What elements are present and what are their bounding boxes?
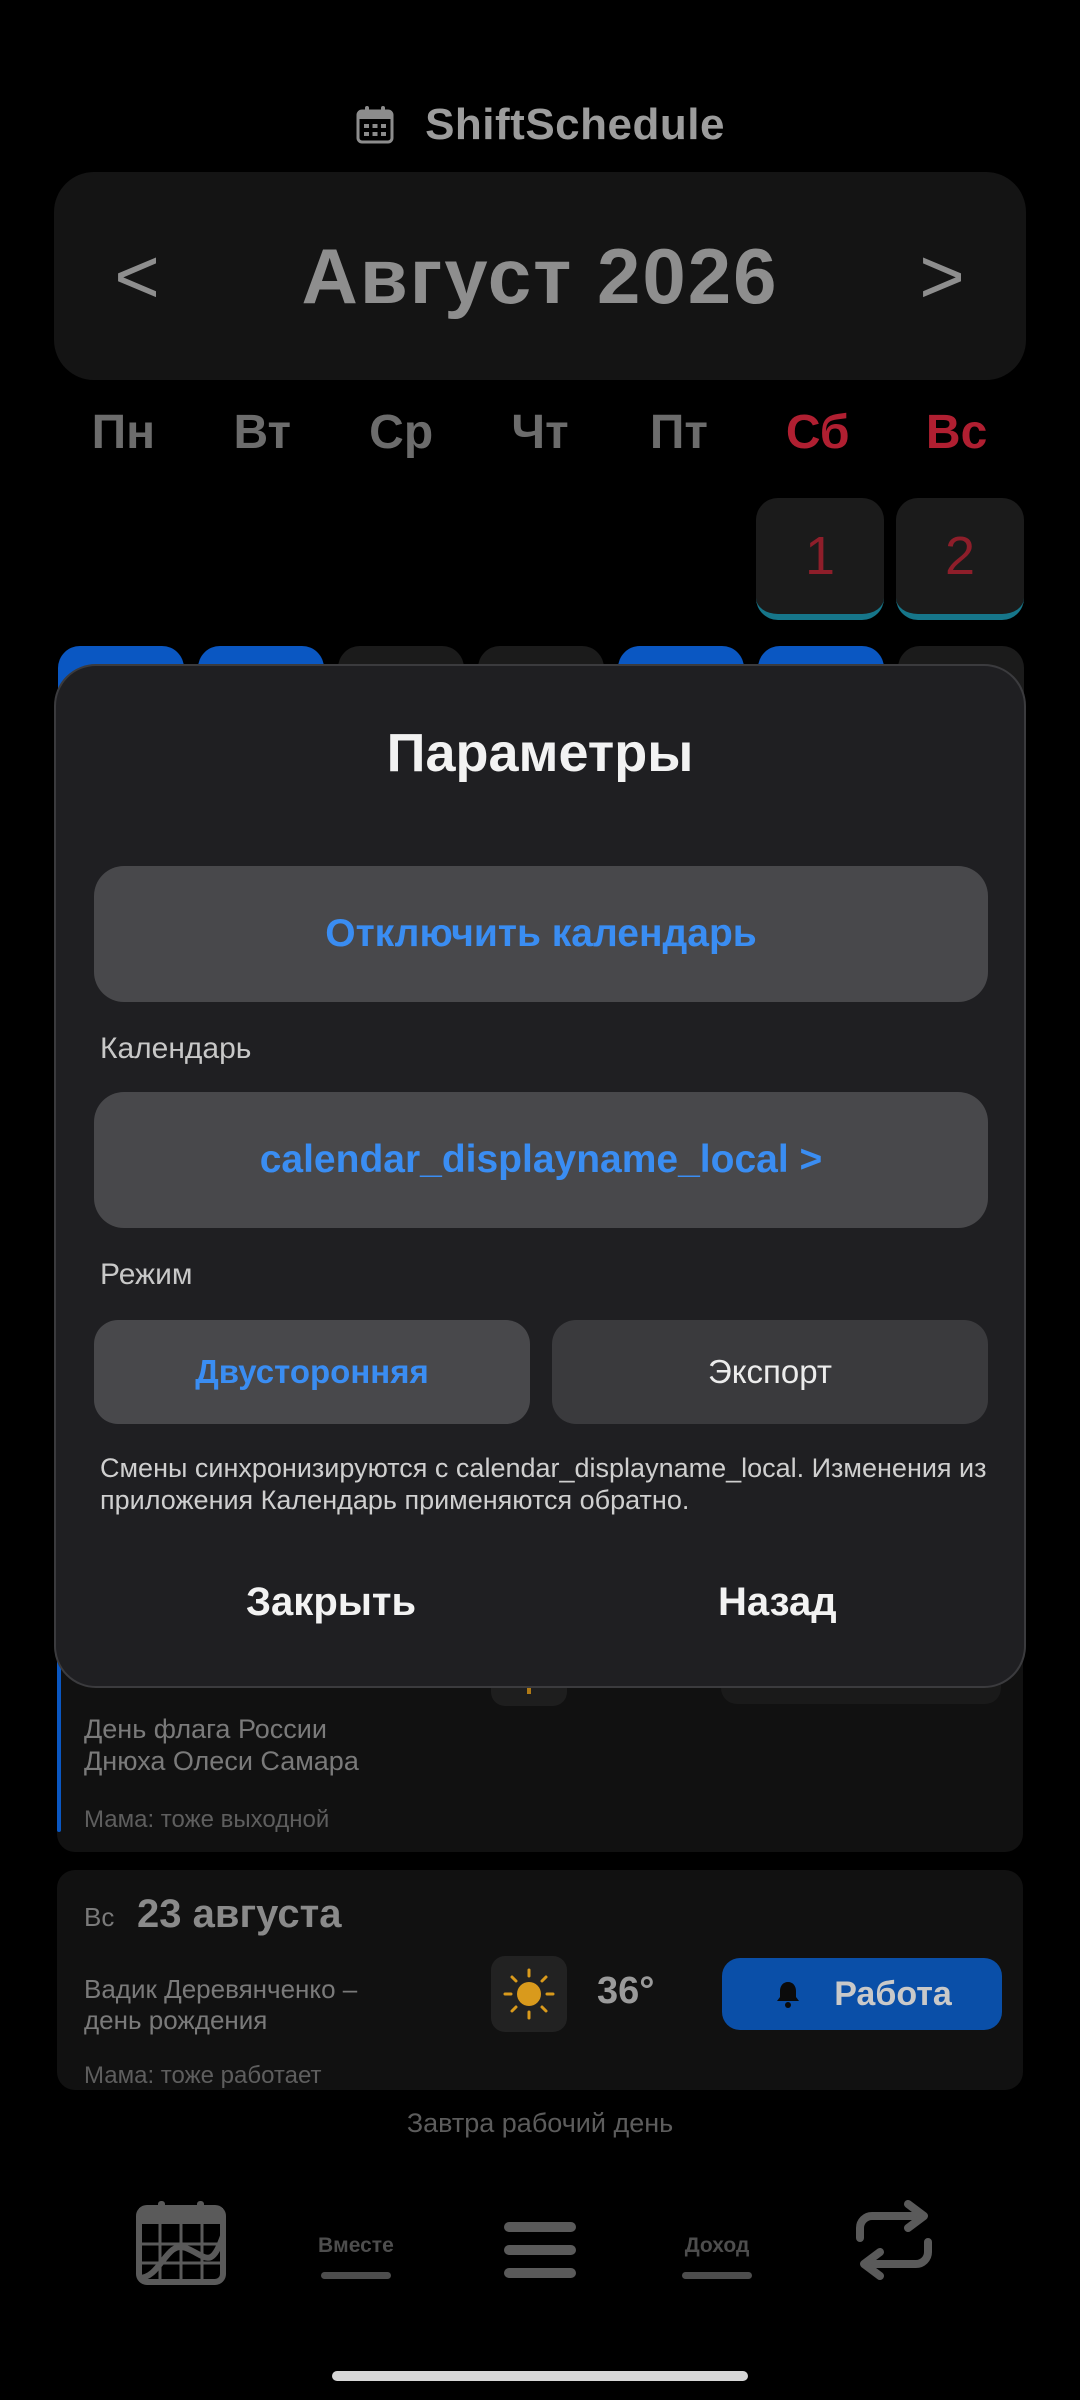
weekday-thu: Чт (511, 406, 569, 459)
weekday-fri: Пт (649, 406, 708, 459)
settings-dialog: Параметры Отключить календарь Календарь … (54, 664, 1026, 1688)
disable-calendar-button[interactable]: Отключить календарь (94, 866, 988, 1002)
nav-sync[interactable] (846, 2200, 942, 2280)
month-title: Август 2026 (301, 231, 779, 320)
mode-label: Режим (100, 1258, 193, 1291)
temperature: 36° (597, 1970, 655, 2012)
day-card-23[interactable]: Вс 23 августа Вадик Деревянченко – день … (57, 1870, 1023, 2090)
bell-icon (777, 1982, 800, 2008)
mode-two-way-button[interactable]: Двусторонняя (94, 1320, 530, 1424)
menu-icon (504, 2222, 576, 2278)
nav-together-label: Вместе (318, 2234, 394, 2257)
back-button[interactable]: Назад (718, 1580, 837, 1625)
nav-income-label: Доход (684, 2234, 750, 2257)
nav-indicator (320, 2272, 391, 2279)
calendar-label: Календарь (100, 1032, 252, 1065)
mode-export-button[interactable]: Экспорт (552, 1320, 988, 1424)
weekday-wed: Ср (369, 406, 434, 459)
weather-sun-icon (491, 1956, 567, 2032)
family-note: Мама: тоже работает (84, 2062, 322, 2089)
card-weekday: Вс (84, 1902, 115, 1932)
event-text: Вадик Деревянченко – день рождения (84, 1974, 358, 2035)
prev-month-button[interactable]: < (87, 172, 187, 380)
app-title: ShiftSchedule (425, 100, 725, 149)
calendar-chart-icon (136, 2201, 226, 2285)
calendar-select[interactable]: calendar_displayname_local > (94, 1092, 988, 1228)
nav-income[interactable]: Доход (682, 2234, 752, 2279)
weekday-mon: Пн (91, 406, 156, 459)
card-date: 23 августа (137, 1892, 342, 1936)
holiday-text: День флага России (84, 1714, 327, 1744)
weekday-sat: Сб (785, 406, 850, 459)
shift-work-button[interactable]: Работа (722, 1958, 1002, 2030)
calendar-day-1[interactable]: 1 (756, 498, 884, 620)
nav-together[interactable]: Вместе (318, 2234, 394, 2279)
month-navigator: Август 2026 < > (54, 172, 1026, 380)
home-indicator[interactable] (332, 2371, 748, 2381)
next-month-button[interactable]: > (892, 172, 992, 380)
weekday-tue: Вт (233, 406, 292, 459)
sync-description: Смены синхронизируются с calendar_displa… (100, 1453, 987, 1515)
weekday-header: Пн Вт Ср Чт Пт Сб Вс (54, 405, 1026, 475)
shift-work-label: Работа (834, 1974, 952, 2013)
dialog-title: Параметры (386, 723, 694, 783)
sync-icon (856, 2200, 932, 2280)
nav-calendar[interactable] (136, 2200, 226, 2286)
weekday-sun: Вс (925, 406, 988, 459)
birthday-text: Днюха Олеси Самара (84, 1746, 359, 1776)
app-header: ShiftSchedule (0, 90, 1080, 160)
nav-indicator (682, 2272, 752, 2279)
nav-menu[interactable] (504, 2222, 576, 2278)
close-button[interactable]: Закрыть (246, 1580, 416, 1625)
calendar-icon (356, 106, 394, 144)
tomorrow-status: Завтра рабочий день (406, 2108, 674, 2138)
family-note: Мама: тоже выходной (84, 1806, 330, 1833)
calendar-day-2[interactable]: 2 (896, 498, 1024, 620)
